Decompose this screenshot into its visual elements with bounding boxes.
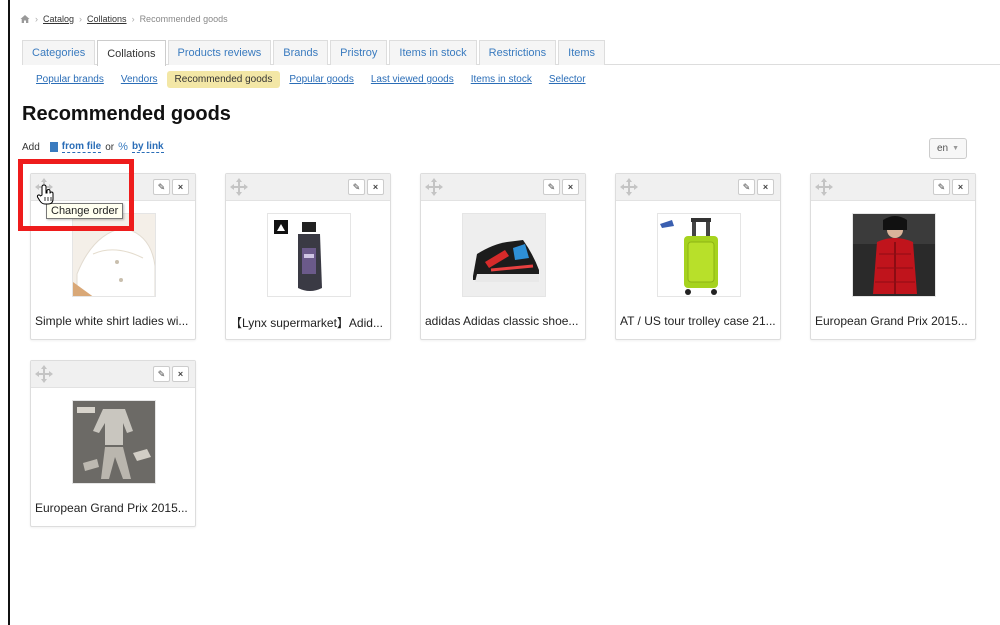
tab-items[interactable]: Items [558,40,606,65]
tab-collations[interactable]: Collations [97,40,166,66]
pencil-icon: ✎ [547,181,556,192]
card-toolbar: ✎ × [421,174,585,201]
move-icon[interactable] [425,178,443,196]
breadcrumb: › Catalog › Collations › Recommended goo… [20,14,228,24]
product-image-trolley-suitcase[interactable] [657,213,741,297]
subnav-vendors[interactable]: Vendors [113,71,166,88]
page-title: Recommended goods [22,103,231,125]
close-icon: × [177,182,184,192]
edit-button[interactable]: ✎ [348,179,365,195]
breadcrumb-current: Recommended goods [139,14,228,24]
tab-categories[interactable]: Categories [22,40,96,65]
hand-cursor-icon [36,184,56,211]
close-icon: × [372,182,379,192]
move-icon[interactable] [815,178,833,196]
language-selected: en [936,143,949,154]
edit-button[interactable]: ✎ [153,366,170,382]
edit-button[interactable]: ✎ [738,179,755,195]
product-name[interactable]: AT / US tour trolley case 21... [620,314,778,328]
close-icon: × [762,182,769,192]
subnav-items-in-stock[interactable]: Items in stock [463,71,540,88]
pencil-icon: ✎ [157,368,166,379]
tab-items-in-stock[interactable]: Items in stock [389,40,477,65]
breadcrumb-catalog-link[interactable]: Catalog [43,14,74,24]
subnav-last-viewed-goods[interactable]: Last viewed goods [363,71,462,88]
tab-products-reviews[interactable]: Products reviews [167,40,272,65]
breadcrumb-collations-link[interactable]: Collations [87,14,127,24]
pencil-icon: ✎ [937,181,946,192]
product-card: ✎ × European Grand Prix 2015... [30,360,196,527]
product-name[interactable]: 【Lynx supermarket】Adid... [230,314,388,331]
card-toolbar: ✎ × [31,361,195,388]
delete-button[interactable]: × [367,179,384,195]
delete-button[interactable]: × [952,179,969,195]
product-card: ✎ × AT / US tour trolley case 21... [615,173,781,340]
product-image-grey-outfit[interactable] [72,400,156,484]
move-icon[interactable] [35,365,53,383]
breadcrumb-separator: › [131,14,135,24]
delete-button[interactable]: × [562,179,579,195]
product-name[interactable]: European Grand Prix 2015... [35,501,193,515]
card-toolbar: ✎ × [616,174,780,201]
tab-brands[interactable]: Brands [273,40,329,65]
card-toolbar: ✎ × [811,174,975,201]
add-row: Add from file or % by link [22,141,164,153]
language-dropdown[interactable]: en ▼ [929,138,967,159]
close-icon: × [957,182,964,192]
subnav-recommended-goods[interactable]: Recommended goods [166,71,281,88]
tab-restrictions[interactable]: Restrictions [478,40,557,65]
product-name[interactable]: European Grand Prix 2015... [815,314,973,328]
product-image-sneaker[interactable] [462,213,546,297]
tab-pristroy[interactable]: Pristroy [330,40,388,65]
product-name[interactable]: adidas Adidas classic shoe... [425,314,583,328]
subnav-popular-goods[interactable]: Popular goods [281,71,362,88]
product-image-red-jacket[interactable] [852,213,936,297]
close-icon: × [177,369,184,379]
product-name[interactable]: Simple white shirt ladies wi... [35,314,193,328]
move-icon[interactable] [230,178,248,196]
link-icon: % [118,141,128,153]
card-toolbar: ✎ × [226,174,390,201]
breadcrumb-separator: › [35,14,38,24]
product-card: ✎ × European Grand Prix 2015... [810,173,976,340]
product-card: ✎ × 【Lynx supermarket】Adid... [225,173,391,340]
breadcrumb-separator: › [79,14,83,24]
add-or-text: or [105,141,115,153]
pencil-icon: ✎ [352,181,361,192]
add-from-file-link[interactable]: from file [61,141,102,153]
edit-button[interactable]: ✎ [933,179,950,195]
subnav-selector[interactable]: Selector [541,71,594,88]
subnav-popular-brands[interactable]: Popular brands [28,71,112,88]
close-icon: × [567,182,574,192]
add-label: Add [22,141,40,153]
pencil-icon: ✎ [157,181,166,192]
collation-subnav: Popular brands Vendors Recommended goods… [28,71,595,88]
file-icon [49,142,58,152]
edit-button[interactable]: ✎ [153,179,170,195]
home-icon[interactable] [20,14,30,24]
delete-button[interactable]: × [757,179,774,195]
product-card: ✎ × adidas Adidas classic shoe... [420,173,586,340]
add-by-link-link[interactable]: by link [131,141,164,153]
delete-button[interactable]: × [172,366,189,382]
delete-button[interactable]: × [172,179,189,195]
move-icon[interactable] [620,178,638,196]
pencil-icon: ✎ [742,181,751,192]
tab-bar: Categories Collations Products reviews B… [22,40,1000,66]
product-image-adidas-shower-gel[interactable] [267,213,351,297]
chevron-down-icon: ▼ [952,145,960,152]
edit-button[interactable]: ✎ [543,179,560,195]
